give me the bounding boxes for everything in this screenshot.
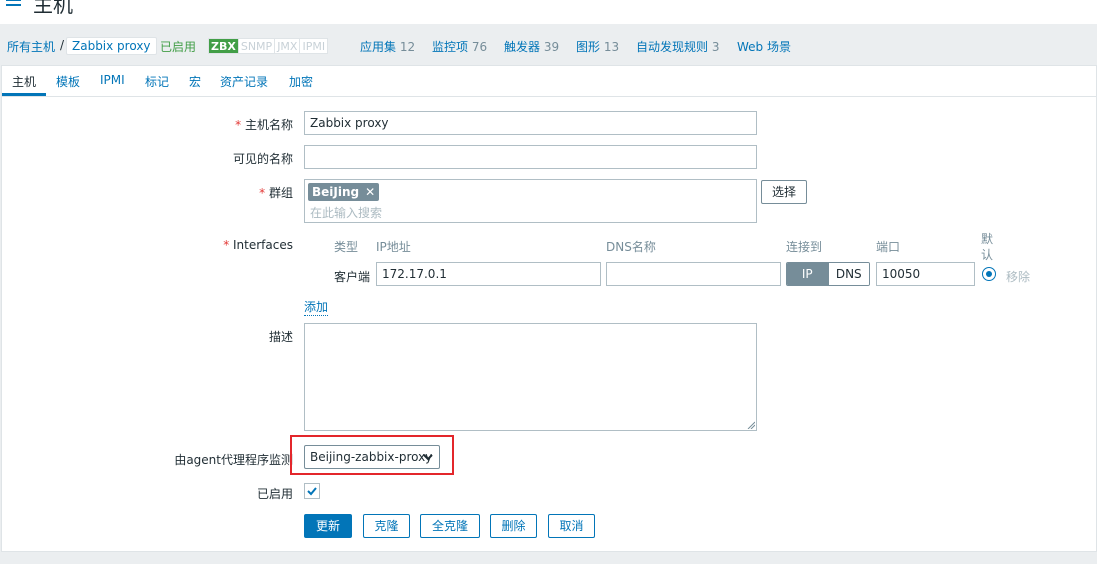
description-textarea[interactable] <box>304 323 757 431</box>
clone-button[interactable]: 克隆 <box>363 514 410 538</box>
interface-type-header: 类型 <box>334 240 359 254</box>
tab-templates[interactable]: 模板 <box>56 73 80 90</box>
interface-connect-header: 连接到 <box>786 240 823 254</box>
proxy-label: 由agent代理程序监测 <box>174 453 293 467</box>
checkmark-icon <box>307 487 317 496</box>
hamburger-menu-icon[interactable] <box>6 0 21 6</box>
chevron-down-icon <box>423 454 433 461</box>
groups-select-button[interactable]: 选择 <box>761 180 807 204</box>
interface-default-header-2: 认 <box>981 248 994 262</box>
groups-search-placeholder[interactable]: 在此输入搜索 <box>310 204 382 221</box>
snmp-badge: SNMP <box>238 39 276 53</box>
proxy-select[interactable]: Beijing-zabbix-proxy <box>304 445 440 469</box>
interface-default-radio[interactable] <box>982 267 996 281</box>
nav-discovery-rules[interactable]: 自动发现规则 3 <box>636 38 719 55</box>
breadcrumb-separator: / <box>60 38 65 52</box>
form-tabs: 主机 模板 IPMI 标记 宏 资产记录 加密 <box>2 66 1096 97</box>
host-name-input[interactable]: Zabbix proxy <box>304 111 757 135</box>
availability-badges: ZBX SNMP JMX IPMI <box>208 38 329 54</box>
host-status[interactable]: 已启用 <box>160 38 196 55</box>
interface-dns-input[interactable] <box>606 262 781 286</box>
nav-web-scenarios[interactable]: Web 场景 <box>737 38 791 55</box>
groups-multiselect[interactable]: BeiJing ✕ 在此输入搜索 <box>304 179 757 223</box>
interface-port-header: 端口 <box>876 240 901 254</box>
tab-tags[interactable]: 标记 <box>145 73 169 90</box>
group-chip-beijing: BeiJing ✕ <box>308 183 380 201</box>
active-tab-indicator <box>2 93 46 96</box>
tab-ipmi[interactable]: IPMI <box>100 73 125 87</box>
groups-label: * 群组 <box>259 186 293 200</box>
header-bar: 主机 <box>0 0 1097 24</box>
nav-items[interactable]: 监控项 76 <box>432 38 487 55</box>
nav-triggers[interactable]: 触发器 39 <box>504 38 559 55</box>
tab-host[interactable]: 主机 <box>12 73 36 90</box>
nav-graphs[interactable]: 图形 13 <box>576 38 619 55</box>
page-title: 主机 <box>33 0 73 17</box>
cancel-button[interactable]: 取消 <box>548 514 595 538</box>
enabled-label: 已启用 <box>256 487 293 501</box>
delete-button[interactable]: 删除 <box>490 514 537 538</box>
chip-remove-icon[interactable]: ✕ <box>365 185 375 199</box>
host-navigation: 所有主机 / Zabbix proxy 已启用 ZBX SNMP JMX IPM… <box>0 25 1097 65</box>
interface-ip-input[interactable]: 172.17.0.1 <box>376 262 601 286</box>
interface-add-link[interactable]: 添加 <box>304 298 329 316</box>
resize-grip-icon[interactable] <box>747 421 755 429</box>
jmx-badge: JMX <box>275 39 301 53</box>
zbx-badge: ZBX <box>209 39 239 53</box>
full-clone-button[interactable]: 全克隆 <box>420 514 480 538</box>
description-label: 描述 <box>268 330 293 344</box>
connect-dns-button[interactable]: DNS <box>827 263 869 285</box>
interface-connect-toggle: IP DNS <box>786 262 870 286</box>
interface-ip-header: IP地址 <box>376 240 411 254</box>
interfaces-label: * Interfaces <box>223 238 293 252</box>
breadcrumb-all-hosts[interactable]: 所有主机 <box>7 38 55 55</box>
interface-remove-link[interactable]: 移除 <box>1006 268 1030 285</box>
interface-port-input[interactable]: 10050 <box>876 262 975 286</box>
host-form-panel: 主机 模板 IPMI 标记 宏 资产记录 加密 * 主机名称 Zabbix pr… <box>1 65 1097 552</box>
ipmi-badge: IPMI <box>300 39 328 53</box>
tab-macros[interactable]: 宏 <box>189 73 201 90</box>
connect-ip-button[interactable]: IP <box>787 263 828 285</box>
interface-dns-header: DNS名称 <box>606 240 656 254</box>
tab-encryption[interactable]: 加密 <box>289 73 313 90</box>
breadcrumb-current-host[interactable]: Zabbix proxy <box>66 37 157 55</box>
visible-name-label: 可见的名称 <box>232 152 293 166</box>
host-name-label: * 主机名称 <box>235 118 293 132</box>
nav-applications[interactable]: 应用集 12 <box>360 38 415 55</box>
interface-type-value: 客户端 <box>334 270 371 284</box>
interface-default-header: 默 <box>981 232 994 246</box>
visible-name-input[interactable] <box>304 145 757 169</box>
update-button[interactable]: 更新 <box>304 514 352 538</box>
tab-inventory[interactable]: 资产记录 <box>220 73 268 90</box>
enabled-checkbox[interactable] <box>304 483 320 499</box>
